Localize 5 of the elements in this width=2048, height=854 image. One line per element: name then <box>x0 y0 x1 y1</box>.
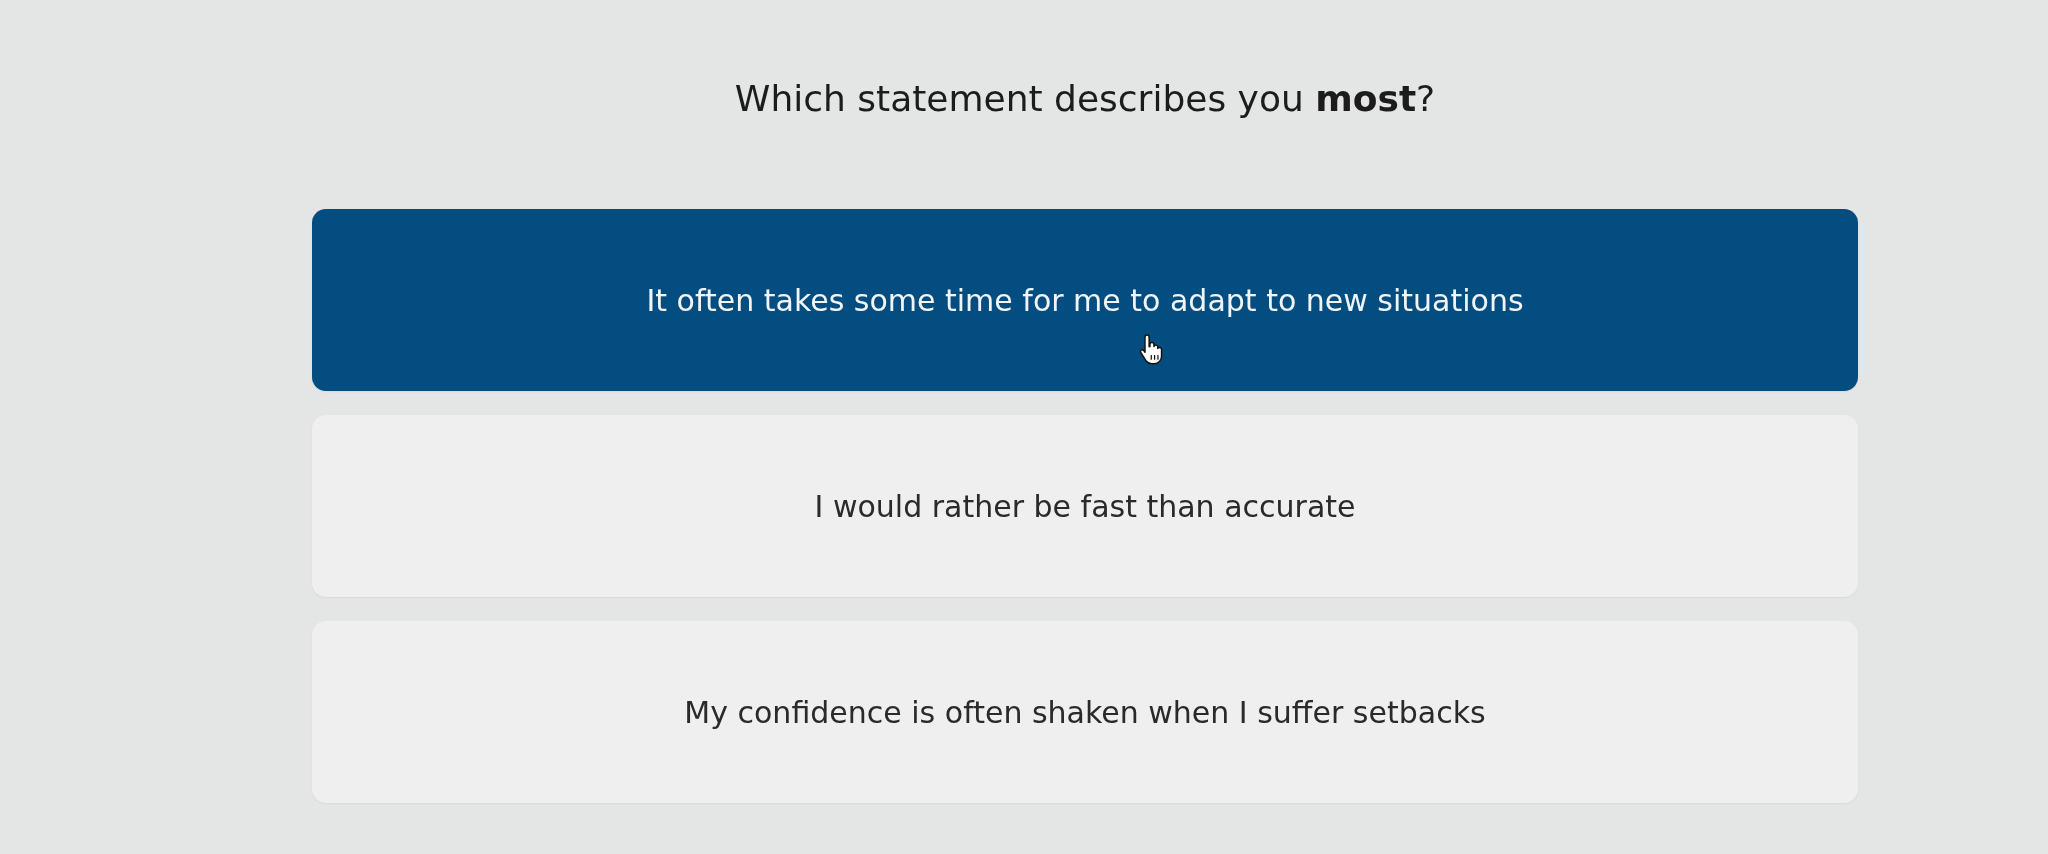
pointer-hand-icon <box>1139 332 1164 365</box>
answer-option[interactable]: My confidence is often shaken when I suffer setbacks <box>312 621 1858 803</box>
question-heading: Which statement describes you most? <box>733 78 1437 119</box>
answer-option[interactable]: I would rather be fast than accurate <box>312 415 1858 597</box>
answer-option[interactable]: It often takes some time for me to adapt to new situations <box>312 209 1858 391</box>
